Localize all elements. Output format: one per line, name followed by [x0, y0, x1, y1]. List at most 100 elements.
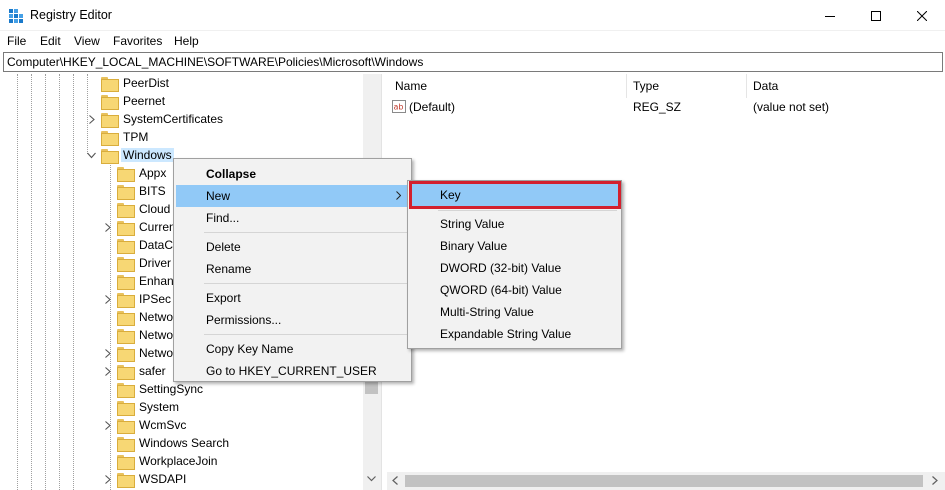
folder-icon	[117, 292, 135, 308]
folder-icon	[117, 382, 135, 398]
tree-item[interactable]: Peernet	[101, 92, 165, 110]
menu-separator	[204, 283, 407, 284]
menu-help[interactable]: Help	[174, 34, 199, 48]
menu-separator	[204, 232, 407, 233]
tree-item[interactable]: WcmSvc	[117, 416, 186, 434]
menu-item-permissions[interactable]: Permissions...	[176, 309, 409, 331]
chevron-right-icon[interactable]	[103, 295, 112, 304]
tree-item-label: SettingSync	[139, 382, 204, 396]
folder-icon	[117, 472, 135, 488]
folder-icon	[117, 418, 135, 434]
tree-item[interactable]: SystemCertificates	[101, 110, 223, 128]
chevron-right-icon[interactable]	[103, 475, 112, 484]
chevron-right-icon[interactable]	[87, 115, 96, 124]
value-row-name[interactable]: ab (Default)	[392, 100, 455, 114]
scroll-down-icon[interactable]	[367, 476, 376, 482]
tree-item[interactable]: Netwo	[117, 326, 173, 344]
minimize-button[interactable]	[807, 0, 853, 31]
folder-icon	[117, 454, 135, 470]
tree-item[interactable]: Appx	[117, 164, 166, 182]
tree-item[interactable]: BITS	[117, 182, 166, 200]
folder-icon	[117, 400, 135, 416]
scrollbar-thumb[interactable]	[365, 382, 378, 394]
chevron-right-icon[interactable]	[103, 349, 112, 358]
tree-item-label: BITS	[139, 184, 166, 198]
maximize-button[interactable]	[853, 0, 899, 31]
value-row-data: (value not set)	[753, 100, 830, 114]
tree-item[interactable]: IPSec	[117, 290, 171, 308]
menu-item-new[interactable]: New	[176, 185, 409, 207]
scrollbar-thumb[interactable]	[405, 475, 923, 487]
folder-icon	[117, 238, 135, 254]
tree-item[interactable]: WSDAPI	[117, 470, 186, 488]
menu-item-collapse[interactable]: Collapse	[176, 163, 409, 185]
menu-favorites[interactable]: Favorites	[113, 34, 162, 48]
tree-item[interactable]: Enhan	[117, 272, 174, 290]
tree-item[interactable]: WorkplaceJoin	[117, 452, 217, 470]
submenu-item-string-value[interactable]: String Value	[410, 213, 619, 235]
menu-edit[interactable]: Edit	[40, 34, 61, 48]
tree-item-label: Windows	[121, 148, 174, 162]
values-horizontal-scrollbar[interactable]	[387, 472, 945, 490]
folder-icon	[101, 130, 119, 146]
submenu-item-qword-value[interactable]: QWORD (64-bit) Value	[410, 279, 619, 301]
column-header-data[interactable]: Data	[753, 79, 778, 93]
folder-icon	[117, 436, 135, 452]
menu-item-export[interactable]: Export	[176, 287, 409, 309]
menu-file[interactable]: File	[7, 34, 26, 48]
folder-icon	[117, 364, 135, 380]
tree-guide	[45, 74, 46, 490]
column-header-name[interactable]: Name	[395, 79, 427, 93]
menu-item-delete[interactable]: Delete	[176, 236, 409, 258]
menu-item-rename[interactable]: Rename	[176, 258, 409, 280]
tree-item[interactable]: PeerDist	[101, 74, 169, 92]
folder-icon	[101, 94, 119, 110]
column-divider[interactable]	[746, 74, 747, 98]
menu-item-find[interactable]: Find...	[176, 207, 409, 229]
submenu-item-binary-value[interactable]: Binary Value	[410, 235, 619, 257]
tree-item[interactable]: System	[117, 398, 179, 416]
tree-item[interactable]: Cloud	[117, 200, 170, 218]
submenu-item-expandable-string-value[interactable]: Expandable String Value	[410, 323, 619, 345]
tree-item[interactable]: Netwo	[117, 344, 173, 362]
tree-item[interactable]: TPM	[101, 128, 148, 146]
tree-item-label: WcmSvc	[139, 418, 187, 432]
tree-item-label: Netwo	[139, 346, 174, 360]
scroll-right-icon[interactable]	[932, 476, 938, 485]
tree-item[interactable]: safer	[117, 362, 166, 380]
chevron-right-icon[interactable]	[103, 223, 112, 232]
annotation-highlight-box	[409, 181, 621, 209]
address-path: Computer\HKEY_LOCAL_MACHINE\SOFTWARE\Pol…	[7, 55, 424, 69]
chevron-down-icon[interactable]	[87, 151, 96, 160]
column-divider[interactable]	[626, 74, 627, 98]
tree-item[interactable]: Driver	[117, 254, 171, 272]
maximize-icon	[871, 10, 881, 21]
menu-item-copy-key-name[interactable]: Copy Key Name	[176, 338, 409, 360]
tree-item-label: System	[139, 400, 180, 414]
submenu-item-dword-value[interactable]: DWORD (32-bit) Value	[410, 257, 619, 279]
tree-item[interactable]: Windows Search	[117, 434, 229, 452]
svg-text:ab: ab	[394, 103, 404, 112]
window-title: Registry Editor	[30, 8, 112, 22]
tree-guide	[73, 74, 74, 490]
tree-item[interactable]: Windows	[101, 146, 174, 164]
close-button[interactable]	[899, 0, 945, 31]
submenu-item-multi-string-value[interactable]: Multi-String Value	[410, 301, 619, 323]
scroll-left-icon[interactable]	[392, 476, 398, 485]
column-header-type[interactable]: Type	[633, 79, 659, 93]
tree-guide	[59, 74, 60, 490]
tree-item-label: WorkplaceJoin	[139, 454, 218, 468]
address-bar[interactable]: Computer\HKEY_LOCAL_MACHINE\SOFTWARE\Pol…	[3, 52, 943, 72]
chevron-right-icon[interactable]	[103, 421, 112, 430]
registry-editor-icon	[9, 9, 23, 23]
menu-item-goto-hkcu[interactable]: Go to HKEY_CURRENT_USER	[176, 360, 409, 382]
tree-item[interactable]: Curren	[117, 218, 176, 236]
tree-item-label: Appx	[139, 166, 167, 180]
menu-bar: File Edit View Favorites Help	[0, 31, 945, 51]
menu-view[interactable]: View	[74, 34, 100, 48]
tree-item[interactable]: SettingSync	[117, 380, 203, 398]
tree-item[interactable]: DataC	[117, 236, 173, 254]
chevron-right-icon[interactable]	[103, 367, 112, 376]
title-bar[interactable]: Registry Editor	[0, 0, 945, 31]
tree-item[interactable]: Netwo	[117, 308, 173, 326]
